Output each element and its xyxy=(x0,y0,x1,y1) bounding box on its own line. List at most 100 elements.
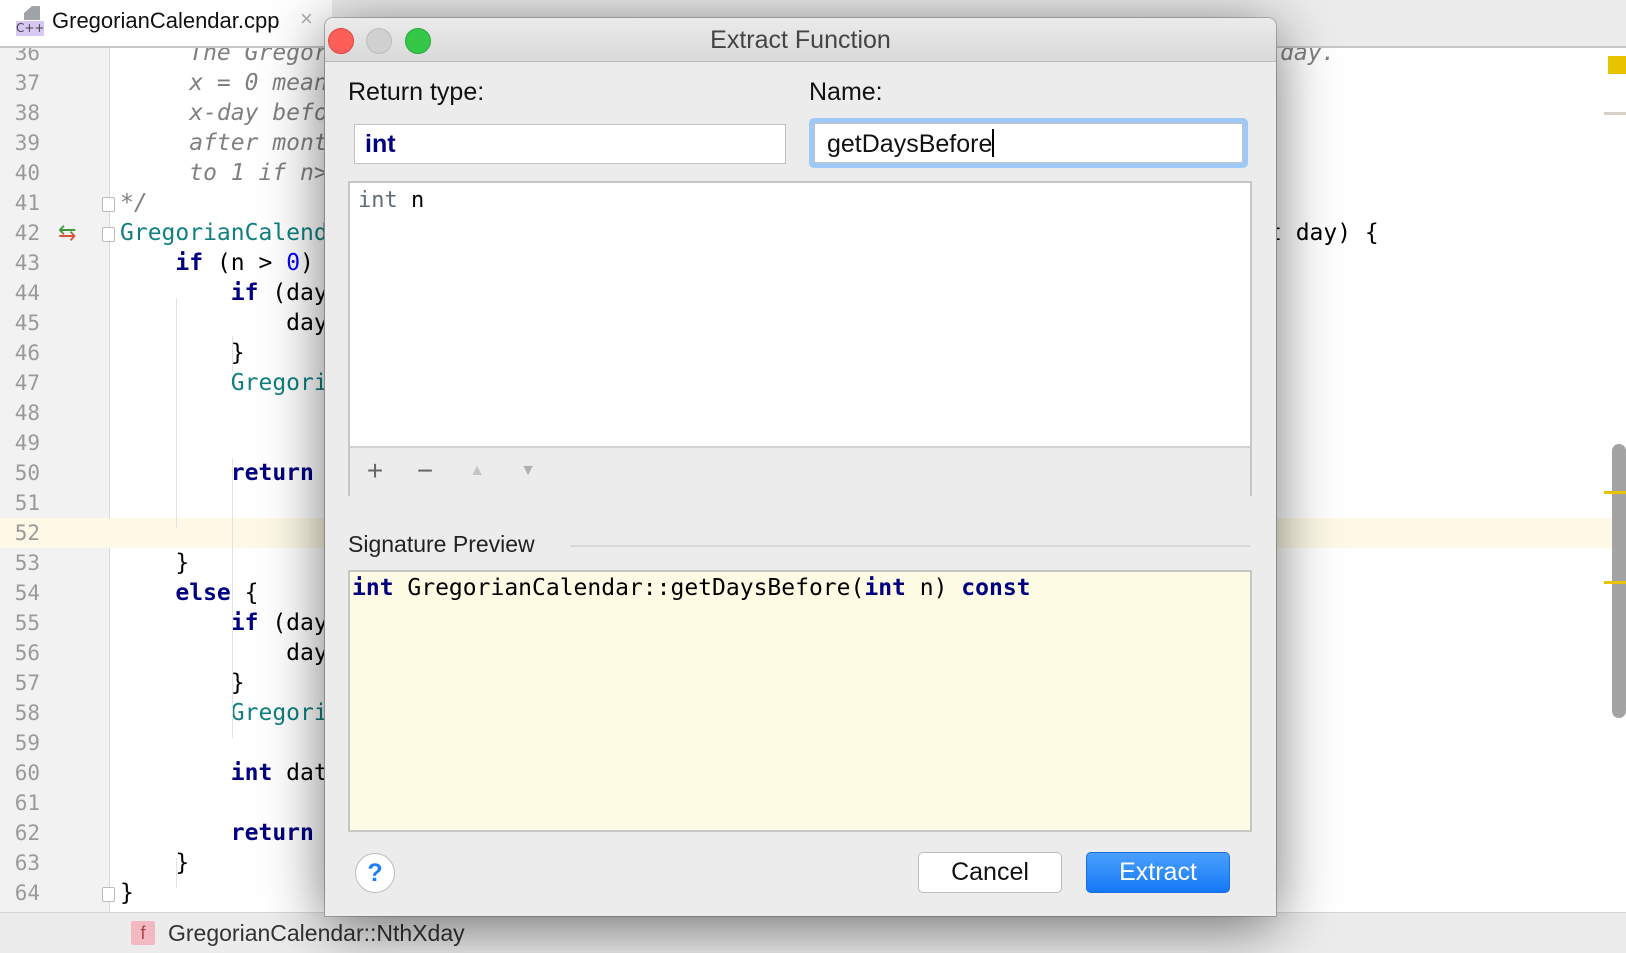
line-number[interactable]: 52 xyxy=(6,518,40,548)
code-token: day xyxy=(120,640,328,666)
extract-button[interactable]: Extract xyxy=(1086,852,1230,893)
code-text: x = 0 mean xyxy=(120,68,327,98)
extract-function-dialog: Extract Function Return type: Name: int … xyxy=(325,18,1276,916)
indent-guide xyxy=(232,458,233,738)
code-token: x-day befo xyxy=(120,100,328,126)
line-number[interactable]: 41 xyxy=(6,188,40,218)
code-text: day xyxy=(120,308,328,338)
code-token: { xyxy=(230,580,259,606)
line-number[interactable]: 46 xyxy=(6,338,40,368)
return-type-input[interactable]: int xyxy=(354,124,786,164)
indent-guide xyxy=(176,858,177,888)
code-token: int xyxy=(230,760,273,786)
add-parameter-button[interactable]: + xyxy=(360,456,390,486)
tab-title: GregorianCalendar.cpp xyxy=(52,8,280,33)
return-type-label: Return type: xyxy=(348,78,485,106)
close-tab-icon[interactable]: × xyxy=(300,6,313,32)
warning-marker[interactable] xyxy=(1608,56,1626,74)
line-number[interactable]: 36 xyxy=(6,48,40,68)
remove-parameter-button[interactable]: − xyxy=(410,456,440,486)
sig-rest: n) xyxy=(905,575,962,601)
help-button[interactable]: ? xyxy=(355,853,395,893)
code-token: Gregori xyxy=(230,370,328,396)
move-up-button[interactable]: ▲ xyxy=(462,456,492,486)
line-number[interactable]: 53 xyxy=(6,548,40,578)
cancel-button[interactable]: Cancel xyxy=(918,852,1062,893)
line-number[interactable]: 55 xyxy=(6,608,40,638)
function-icon: f xyxy=(131,921,155,945)
line-number[interactable]: 64 xyxy=(6,878,40,908)
code-token: else xyxy=(175,580,231,606)
code-text: after mont xyxy=(120,128,328,158)
code-token: } xyxy=(120,550,190,576)
signature-preview: int GregorianCalendar::getDaysBefore(int… xyxy=(348,570,1252,832)
line-number[interactable]: 56 xyxy=(6,638,40,668)
sig-const: const xyxy=(961,575,1031,601)
line-number[interactable]: 45 xyxy=(6,308,40,338)
code-token: } xyxy=(120,880,134,906)
breadcrumb-bar: f GregorianCalendar::NthXday xyxy=(0,912,1626,953)
breadcrumb[interactable]: GregorianCalendar::NthXday xyxy=(168,920,465,947)
code-token: } xyxy=(120,340,245,366)
code-token: } xyxy=(120,670,245,696)
override-arrows-icon[interactable]: ⇆ xyxy=(58,220,76,246)
code-token: (day xyxy=(258,610,328,636)
code-text: if (day xyxy=(120,278,328,308)
line-number[interactable]: 42 xyxy=(6,218,40,248)
line-number[interactable]: 37 xyxy=(6,68,40,98)
line-number[interactable]: 59 xyxy=(6,728,40,758)
fold-icon[interactable] xyxy=(102,227,115,242)
line-number[interactable]: 40 xyxy=(6,158,40,188)
line-number[interactable]: 62 xyxy=(6,818,40,848)
line-number[interactable]: 54 xyxy=(6,578,40,608)
code-token: if xyxy=(230,280,259,306)
signature-preview-label: Signature Preview xyxy=(348,531,535,557)
error-stripe-mark[interactable] xyxy=(1604,491,1626,494)
dialog-titlebar[interactable]: Extract Function xyxy=(325,18,1276,62)
code-token: 0 xyxy=(286,250,301,276)
fold-icon[interactable] xyxy=(102,197,115,212)
code-token: (day xyxy=(258,280,328,306)
line-number[interactable]: 39 xyxy=(6,128,40,158)
code-text: Gregori xyxy=(120,698,328,728)
code-token: dat xyxy=(272,760,328,786)
line-number[interactable]: 48 xyxy=(6,398,40,428)
parameter-type: int xyxy=(358,188,398,213)
line-number[interactable]: 49 xyxy=(6,428,40,458)
dialog-title: Extract Function xyxy=(710,26,891,54)
code-token: after mont xyxy=(120,130,328,156)
line-number[interactable]: 58 xyxy=(6,698,40,728)
text-caret xyxy=(992,129,995,157)
code-text: } xyxy=(120,668,245,698)
line-number[interactable]: 61 xyxy=(6,788,40,818)
name-input[interactable]: getDaysBefore xyxy=(814,123,1243,163)
parameter-row[interactable]: int n xyxy=(358,188,424,213)
code-token: return xyxy=(230,460,314,486)
line-number[interactable]: 57 xyxy=(6,668,40,698)
line-number[interactable]: 51 xyxy=(6,488,40,518)
code-token: */ xyxy=(120,190,148,216)
fold-icon[interactable] xyxy=(102,887,115,902)
line-number[interactable]: 43 xyxy=(6,248,40,278)
code-token: } xyxy=(120,850,190,876)
parameters-table[interactable]: int n + − ▲ ▼ xyxy=(348,181,1252,496)
line-number[interactable]: 38 xyxy=(6,98,40,128)
error-stripe-mark[interactable] xyxy=(1604,112,1626,115)
line-number[interactable]: 63 xyxy=(6,848,40,878)
error-stripe-mark[interactable] xyxy=(1604,581,1626,584)
code-text: x-day befo xyxy=(120,98,328,128)
parameters-toolbar: + − ▲ ▼ xyxy=(350,446,1250,496)
line-number[interactable]: 47 xyxy=(6,368,40,398)
line-number[interactable]: 50 xyxy=(6,458,40,488)
line-number[interactable]: 44 xyxy=(6,278,40,308)
indent-guide xyxy=(232,336,233,372)
tab-gregoriancalendar-cpp[interactable]: C++ GregorianCalendar.cpp × xyxy=(0,0,332,46)
move-down-button[interactable]: ▼ xyxy=(513,456,543,486)
code-token: if xyxy=(175,250,204,276)
indent-guide xyxy=(176,298,177,528)
line-number[interactable]: 60 xyxy=(6,758,40,788)
code-token: return xyxy=(230,820,314,846)
cpp-file-icon: C++ xyxy=(16,6,45,36)
